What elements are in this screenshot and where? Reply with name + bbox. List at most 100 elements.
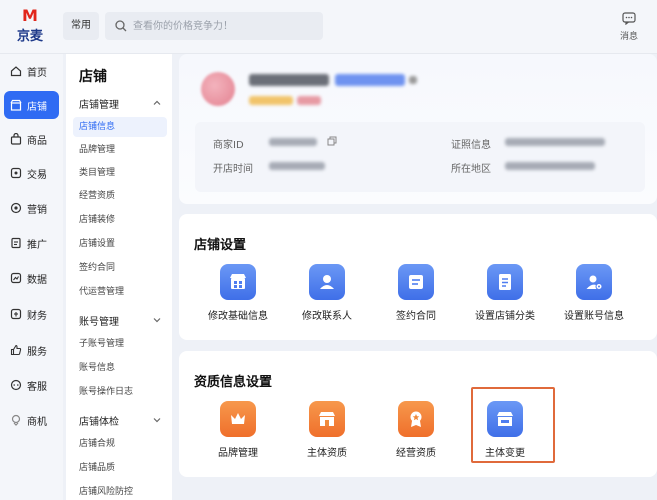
chevron-up-icon <box>153 100 161 105</box>
message-button[interactable]: 消息 <box>616 12 642 42</box>
chevron-down-icon <box>153 418 161 423</box>
sub-group-store-management[interactable]: 店铺管理 <box>79 96 164 112</box>
shop-front-icon <box>309 401 345 437</box>
tile-label: 修改基础信息 <box>208 311 268 322</box>
copy-icon[interactable] <box>409 76 417 84</box>
merchant-id-value <box>269 138 317 146</box>
nav-item-promotion[interactable]: 推广 <box>4 229 59 257</box>
region-label: 所在地区 <box>451 164 491 175</box>
promotion-icon <box>10 237 22 249</box>
sub-group-account-management[interactable]: 账号管理 <box>79 313 164 329</box>
license-label: 证照信息 <box>451 140 491 151</box>
store-settings-card: 店铺设置 修改基础信息 修改联系人 签约合同 设置店铺分类 设置账号信息 <box>179 214 657 340</box>
group-label: 店铺体检 <box>79 417 119 428</box>
sub-item-sub-accounts[interactable]: 子账号管理 <box>73 334 167 354</box>
sub-item-risk-control[interactable]: 店铺风险防控 <box>73 482 167 500</box>
sub-item-account-info[interactable]: 账号信息 <box>73 358 167 378</box>
edit-contact-button[interactable]: 修改联系人 <box>287 264 367 322</box>
nav-label: 财务 <box>27 310 47 322</box>
nav-item-finance[interactable]: 财务 <box>4 300 59 328</box>
sub-nav: 店铺 店铺管理 店铺信息 品牌管理 类目管理 经营资质 店铺装修 店铺设置 签约… <box>66 54 172 500</box>
sub-item-agency-operation[interactable]: 代运营管理 <box>73 282 167 302</box>
edit-basic-info-button[interactable]: 修改基础信息 <box>198 264 278 322</box>
entity-qualification-button[interactable]: 主体资质 <box>287 401 367 459</box>
medal-icon <box>398 401 434 437</box>
rating-stars <box>249 96 293 105</box>
qualification-settings-card: 资质信息设置 品牌管理 主体资质 经营资质 主体变更 <box>179 351 657 477</box>
account-settings-icon <box>576 264 612 300</box>
sub-item-store-info[interactable]: 店铺信息 <box>73 117 167 137</box>
sub-item-category-management[interactable]: 类目管理 <box>73 163 167 183</box>
copy-icon[interactable] <box>327 136 337 146</box>
common-button[interactable]: 常用 <box>63 12 99 40</box>
sub-item-account-log[interactable]: 账号操作日志 <box>73 382 167 402</box>
set-account-info-button[interactable]: 设置账号信息 <box>554 264 634 322</box>
store-icon <box>10 99 22 111</box>
message-icon <box>622 12 636 26</box>
opportunity-icon <box>10 414 22 426</box>
nav-item-store[interactable]: 店铺 <box>4 91 59 119</box>
top-bar: M 京麦 常用 消息 <box>0 0 657 54</box>
nav-item-opportunity[interactable]: 商机 <box>4 406 59 434</box>
nav-label: 营销 <box>27 204 47 216</box>
nav-label: 服务 <box>27 346 47 358</box>
search-box[interactable] <box>105 12 323 40</box>
sub-item-store-compliance[interactable]: 店铺合规 <box>73 434 167 454</box>
left-nav: 首页 店铺 商品 交易 营销 推广 数据 财务 服务 客服 商机 <box>0 54 63 500</box>
group-label: 店铺管理 <box>79 100 119 111</box>
sub-group-store-checkup[interactable]: 店铺体检 <box>79 413 164 429</box>
home-icon <box>10 65 22 77</box>
nav-item-home[interactable]: 首页 <box>4 57 59 85</box>
nav-label: 商品 <box>27 135 47 147</box>
bag-icon <box>10 133 22 145</box>
service-chat-icon <box>10 379 22 391</box>
chevron-down-icon <box>153 318 161 323</box>
store-grid-icon <box>220 264 256 300</box>
sub-item-brand-management[interactable]: 品牌管理 <box>73 140 167 160</box>
region-value <box>505 162 595 170</box>
highlight-box <box>471 387 555 463</box>
thumbs-up-icon <box>10 344 22 356</box>
tile-label: 品牌管理 <box>218 448 258 459</box>
tile-label: 设置账号信息 <box>564 311 624 322</box>
nav-item-service[interactable]: 服务 <box>4 336 59 364</box>
category-doc-icon <box>487 264 523 300</box>
nav-item-marketing[interactable]: 营销 <box>4 194 59 222</box>
trade-icon <box>10 167 22 179</box>
nav-item-customer-service[interactable]: 客服 <box>4 371 59 399</box>
business-qualification-button[interactable]: 经营资质 <box>376 401 456 459</box>
nav-label: 数据 <box>27 274 47 286</box>
sub-item-store-decoration[interactable]: 店铺装修 <box>73 210 167 230</box>
app-logo[interactable]: M 京麦 <box>10 6 50 45</box>
nav-label: 交易 <box>27 169 47 181</box>
set-store-category-button[interactable]: 设置店铺分类 <box>465 264 545 322</box>
main-content: 商家ID 开店时间 证照信息 所在地区 店铺设置 修改基础信息 修改联系人 签约… <box>172 54 657 500</box>
tile-label: 修改联系人 <box>302 311 352 322</box>
nav-item-trade[interactable]: 交易 <box>4 159 59 187</box>
store-info-box: 商家ID 开店时间 证照信息 所在地区 <box>195 122 645 192</box>
store-settings-title: 店铺设置 <box>194 238 247 253</box>
qualification-settings-title: 资质信息设置 <box>194 375 273 390</box>
group-label: 账号管理 <box>79 317 119 328</box>
nav-item-goods[interactable]: 商品 <box>4 125 59 153</box>
data-icon <box>10 272 22 284</box>
sub-item-store-settings[interactable]: 店铺设置 <box>73 234 167 254</box>
store-avatar <box>201 72 235 106</box>
logo-mark: M <box>22 6 38 25</box>
level-badge <box>297 96 321 105</box>
brand-management-button[interactable]: 品牌管理 <box>198 401 278 459</box>
search-input[interactable] <box>133 12 318 40</box>
search-icon <box>115 20 127 32</box>
sub-nav-title: 店铺 <box>79 69 107 85</box>
sub-item-contracts[interactable]: 签约合同 <box>73 258 167 278</box>
nav-label: 首页 <box>27 67 47 79</box>
nav-item-data[interactable]: 数据 <box>4 264 59 292</box>
tile-label: 主体资质 <box>307 448 347 459</box>
contract-button[interactable]: 签约合同 <box>376 264 456 322</box>
crown-icon <box>220 401 256 437</box>
message-label: 消息 <box>619 32 638 42</box>
sub-item-business-qualification[interactable]: 经营资质 <box>73 186 167 206</box>
store-profile-card: 商家ID 开店时间 证照信息 所在地区 <box>179 54 657 204</box>
sub-item-store-quality[interactable]: 店铺品质 <box>73 458 167 478</box>
finance-icon <box>10 308 22 320</box>
